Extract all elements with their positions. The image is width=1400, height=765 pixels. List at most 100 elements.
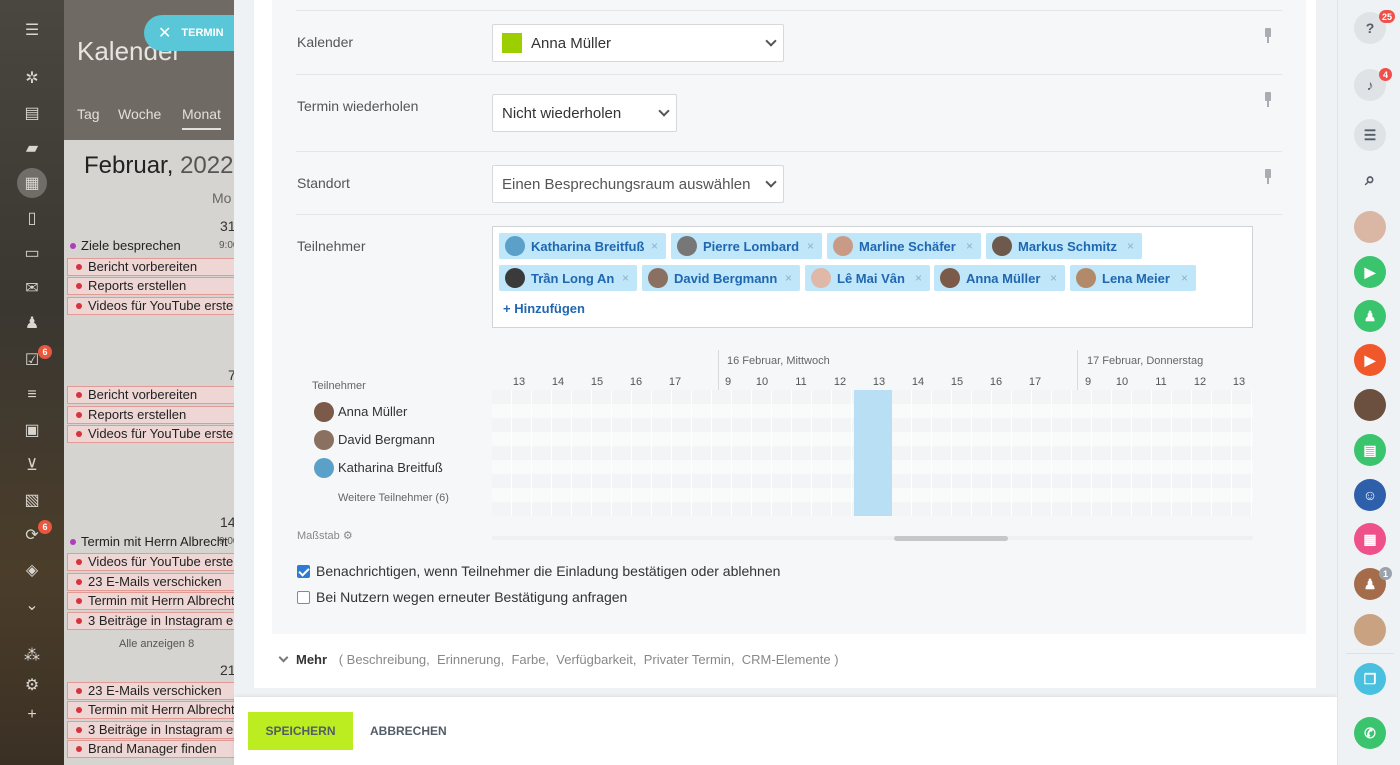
location-select[interactable]: Einen Besprechungsraum auswählen — [492, 165, 784, 203]
phone-icon[interactable]: ✆ — [1354, 717, 1386, 749]
more-item[interactable]: CRM-Elemente — [742, 652, 831, 667]
add-attendee-link[interactable]: + Hinzufügen — [503, 301, 585, 316]
remove-icon[interactable]: × — [1050, 271, 1057, 285]
calendar-event[interactable]: Termin mit Herrn Albrecht — [67, 701, 234, 719]
workgroup-icon[interactable]: ☺ — [1354, 479, 1386, 511]
scrollbar-thumb[interactable] — [894, 536, 1008, 541]
calendar-event[interactable]: Videos für YouTube erstellen — [67, 425, 234, 443]
pin-icon[interactable] — [1262, 28, 1274, 44]
attendee-chip[interactable]: Anna Müller × — [934, 265, 1065, 291]
attendee-chip[interactable]: David Bergmann × — [642, 265, 800, 291]
activity-stream-icon[interactable]: ✲ — [17, 63, 47, 93]
calendar-event[interactable]: Bericht vorbereiten — [67, 386, 234, 404]
repeat-select[interactable]: Nicht wiederholen — [492, 94, 677, 132]
calendar-select[interactable]: Anna Müller — [492, 24, 784, 62]
calendar-event[interactable]: Brand Manager finden — [67, 740, 234, 758]
tab-week[interactable]: Woche — [118, 106, 161, 122]
calendar-icon[interactable]: ▦ — [17, 168, 47, 198]
attendee-chip[interactable]: Katharina Breitfuß × — [499, 233, 666, 259]
more-item[interactable]: Erinnerung, — [437, 652, 504, 667]
more-icon[interactable]: ⌄ — [17, 590, 47, 620]
remove-icon[interactable]: × — [622, 271, 629, 285]
calendar-event[interactable]: Termin mit Herrn Albrecht — [67, 592, 234, 610]
attendee-chip[interactable]: Lena Meier × — [1070, 265, 1196, 291]
calendar-event[interactable]: Ziele besprechen 9:00 — [67, 238, 234, 256]
notify-checkbox[interactable] — [297, 565, 310, 578]
attendee-chip[interactable]: Marline Schäfer × — [827, 233, 981, 259]
crm-icon[interactable]: ≡ — [17, 380, 47, 410]
calendar-event[interactable]: Videos für YouTube erstellen — [67, 553, 234, 571]
menu-icon[interactable]: ☰ — [17, 15, 47, 45]
hour-label: 9 — [1084, 376, 1092, 388]
documents-icon[interactable]: ▯ — [17, 203, 47, 233]
remove-icon[interactable]: × — [651, 239, 658, 253]
remove-icon[interactable]: × — [785, 271, 792, 285]
open-channel-icon[interactable]: ▤ — [1354, 434, 1386, 466]
calendar-event[interactable]: 3 Beiträge in Instagram erstellen — [67, 612, 234, 630]
groups-icon[interactable]: ♟ — [17, 308, 47, 338]
calendar-event[interactable]: Reports erstellen — [67, 406, 234, 424]
calendar-event[interactable]: Reports erstellen — [67, 277, 234, 295]
more-item[interactable]: Farbe, — [511, 652, 549, 667]
attendee-chip[interactable]: Pierre Lombard × — [671, 233, 822, 259]
attendee-chip[interactable]: Lê Mai Vân × — [805, 265, 930, 291]
more-section-toggle[interactable]: Mehr ( Beschreibung, Erinnerung, Farbe, … — [278, 652, 839, 667]
pin-icon[interactable] — [1262, 92, 1274, 108]
notification-badge: 4 — [1379, 68, 1392, 81]
messenger-icon[interactable]: ☰ — [1354, 119, 1386, 151]
remove-icon[interactable]: × — [807, 239, 814, 253]
cancel-button[interactable]: ABBRECHEN — [370, 712, 447, 750]
contacts-icon[interactable]: ▧ — [17, 485, 47, 515]
video-conference-icon[interactable]: ▶ — [1354, 344, 1386, 376]
calendar-chat-icon[interactable]: ▦ — [1354, 523, 1386, 555]
scale-label[interactable]: Maßstab ⚙ — [297, 529, 353, 542]
video-call-icon[interactable]: ▶ — [1354, 256, 1386, 288]
calendar-event[interactable]: 23 E-Mails verschicken — [67, 573, 234, 591]
remove-icon[interactable]: × — [915, 271, 922, 285]
search-icon[interactable]: ⌕ — [1354, 163, 1386, 195]
drive-icon[interactable]: ▭ — [17, 238, 47, 268]
tab-month[interactable]: Monat — [182, 106, 221, 130]
feed-icon[interactable]: ▤ — [17, 98, 47, 128]
remove-icon[interactable]: × — [1127, 239, 1134, 253]
add-icon[interactable]: + — [17, 700, 47, 730]
calendar-event[interactable]: Bericht vorbereiten — [67, 258, 234, 276]
mail-icon[interactable]: ✉ — [17, 273, 47, 303]
more-attendees-link[interactable]: Weitere Teilnehmer (6) — [338, 492, 449, 504]
remove-icon[interactable]: × — [966, 239, 973, 253]
chat-icon[interactable]: ▰ — [17, 133, 47, 163]
more-item[interactable]: Verfügbarkeit, — [556, 652, 636, 667]
close-termin-button[interactable]: ✕ TERMIN — [144, 15, 236, 51]
calendar-event[interactable]: 3 Beiträge in Instagram erstellen — [67, 721, 234, 739]
remove-icon[interactable]: × — [1181, 271, 1188, 285]
calendar-month-grid — [64, 140, 234, 765]
sitemap-icon[interactable]: ⁂ — [17, 640, 47, 670]
avatar[interactable] — [1354, 389, 1386, 421]
attendee-chip[interactable]: Markus Schmitz × — [986, 233, 1142, 259]
more-item[interactable]: Privater Termin, — [644, 652, 735, 667]
avatar[interactable] — [1354, 211, 1386, 243]
copy-icon[interactable]: ❐ — [1354, 663, 1386, 695]
attendees-label: Teilnehmer — [297, 238, 366, 254]
show-all-link[interactable]: Alle anzeigen 8 — [119, 638, 194, 650]
avatar[interactable] — [1354, 614, 1386, 646]
box-icon[interactable]: ◈ — [17, 555, 47, 585]
sites-icon[interactable]: ▣ — [17, 415, 47, 445]
calendar-event[interactable]: Termin mit Herrn Albrecht 9:00 — [67, 534, 234, 552]
hour-label: 14 — [911, 376, 925, 388]
group-chat-icon[interactable]: ♟ — [1354, 300, 1386, 332]
calendar-event[interactable]: 23 E-Mails verschicken — [67, 682, 234, 700]
attendees-box[interactable]: Katharina Breitfuß × Pierre Lombard × Marl… — [492, 226, 1253, 328]
reconfirm-checkbox[interactable] — [297, 591, 310, 604]
save-button[interactable]: SPEICHERN — [248, 712, 353, 750]
pin-icon[interactable] — [1262, 169, 1274, 185]
timeline-scrollbar[interactable] — [492, 536, 1253, 540]
shop-icon[interactable]: ⊻ — [17, 450, 47, 480]
selected-time-slot[interactable] — [854, 390, 892, 516]
more-item[interactable]: Beschreibung, — [347, 652, 430, 667]
attendee-chip[interactable]: Trần Long An × — [499, 265, 637, 291]
hour-label: 11 — [1155, 376, 1167, 388]
settings-icon[interactable]: ⚙ — [17, 670, 47, 700]
tab-day[interactable]: Tag — [77, 106, 100, 122]
calendar-event[interactable]: Videos für YouTube erstellen — [67, 297, 234, 315]
